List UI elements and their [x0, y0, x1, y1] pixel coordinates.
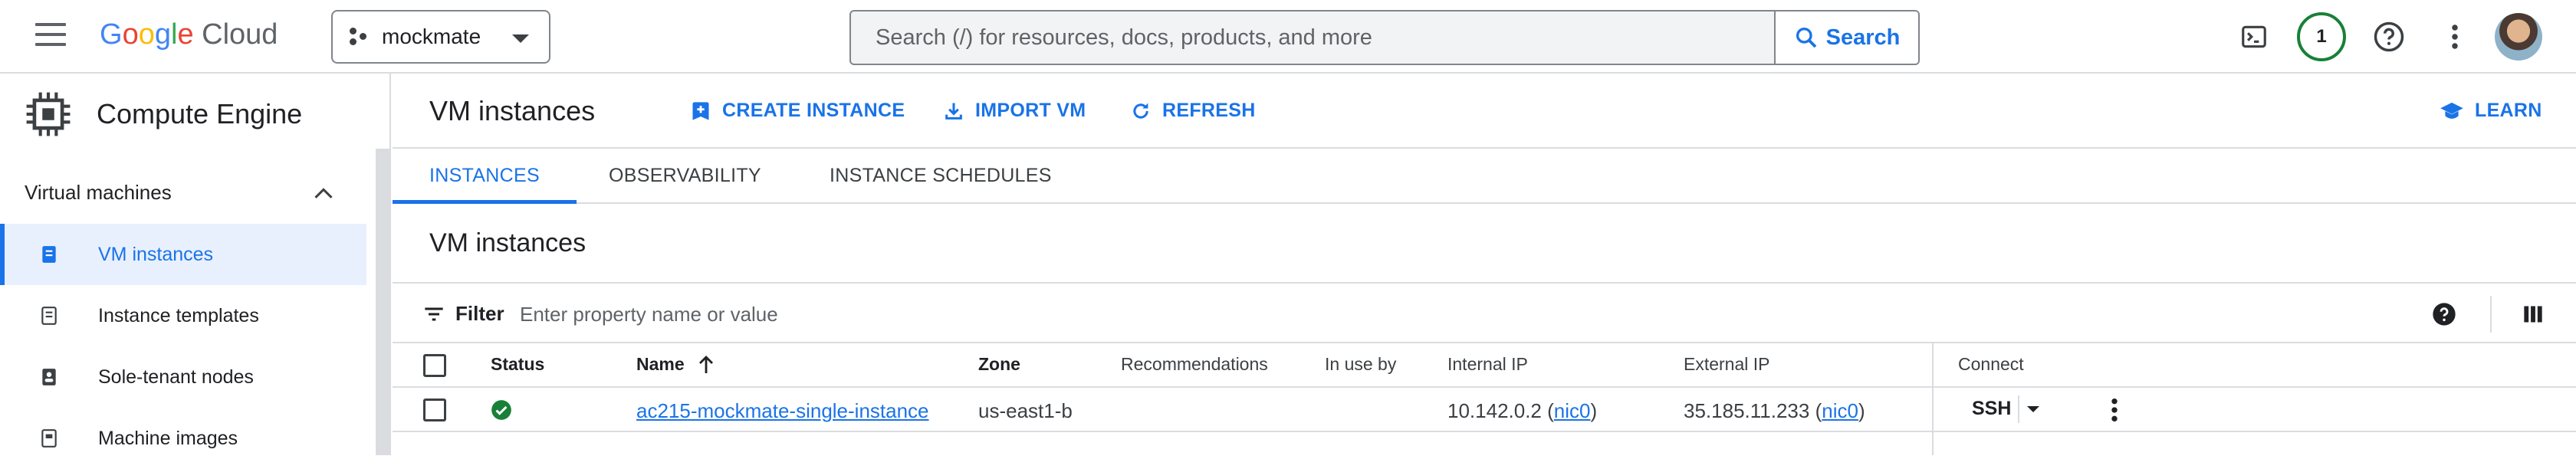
chevron-down-icon	[512, 34, 529, 43]
google-cloud-logo[interactable]: Google Cloud	[100, 18, 278, 51]
learn-button[interactable]: LEARN	[2440, 100, 2542, 122]
column-status[interactable]: Status	[491, 354, 544, 375]
search-bar[interactable]: Search (/) for resources, docs, products…	[849, 10, 1920, 65]
sidebar-item-label: Machine images	[98, 427, 238, 449]
column-connect[interactable]: Connect	[1958, 354, 2024, 375]
search-input[interactable]: Search (/) for resources, docs, products…	[876, 25, 1372, 51]
sidebar-item-instance-templates[interactable]: Instance templates	[0, 285, 366, 346]
sidebar-item-machine-images[interactable]: Machine images	[0, 408, 366, 469]
row-actions-icon[interactable]	[2110, 397, 2119, 423]
product-header: Compute Engine	[25, 90, 302, 138]
internal-ip: 10.142.0.2	[1447, 399, 1542, 422]
project-picker[interactable]: mockmate	[331, 10, 550, 64]
add-box-icon	[692, 101, 709, 120]
column-recommendations[interactable]: Recommendations	[1121, 354, 1268, 375]
select-all-checkbox[interactable]	[423, 354, 446, 377]
filter-bar: Filter Enter property name or value	[393, 282, 2576, 343]
table-row: ac215-mockmate-single-instance us-east1-…	[393, 388, 2576, 432]
cloud-shell-icon[interactable]	[2236, 18, 2272, 55]
column-name[interactable]: Name	[636, 354, 715, 375]
tab-instance-schedules[interactable]: INSTANCE SCHEDULES	[830, 149, 1052, 202]
refresh-icon	[1133, 103, 1148, 119]
import-vm-label: IMPORT VM	[975, 100, 1086, 121]
tab-instances[interactable]: INSTANCES	[393, 149, 577, 204]
more-options-icon[interactable]	[2436, 18, 2473, 55]
sidebar-item-vm-instances[interactable]: VM instances	[0, 224, 366, 285]
column-in-use-by[interactable]: In use by	[1325, 354, 1396, 375]
node-icon	[38, 366, 60, 388]
create-instance-button[interactable]: CREATE INSTANCE	[690, 100, 905, 122]
project-name: mockmate	[382, 25, 481, 48]
status-running-icon	[491, 400, 511, 420]
internal-nic-link[interactable]: nic0	[1554, 399, 1591, 422]
external-nic-link[interactable]: nic0	[1822, 399, 1858, 422]
internal-ip-cell: 10.142.0.2 (nic0)	[1447, 399, 1598, 422]
search-button[interactable]: Search	[1774, 11, 1918, 64]
chip-icon	[26, 92, 71, 136]
nav-group-label[interactable]: Virtual machines	[25, 181, 172, 205]
learn-label: LEARN	[2475, 100, 2542, 121]
top-bar: Google Cloud mockmate Search (/) for res…	[0, 0, 2576, 74]
create-instance-label: CREATE INSTANCE	[722, 100, 905, 121]
column-internal-ip[interactable]: Internal IP	[1447, 354, 1528, 375]
filter-button[interactable]: Filter	[423, 302, 504, 326]
main-menu-icon[interactable]	[35, 23, 66, 51]
sort-ascending-icon	[698, 355, 713, 373]
filter-input[interactable]: Enter property name or value	[520, 303, 778, 326]
search-button-label: Search	[1825, 25, 1901, 50]
instance-zone: us-east1-b	[978, 399, 1073, 422]
page-title: VM instances	[429, 95, 596, 126]
project-icon	[350, 28, 368, 46]
help-icon[interactable]	[2371, 18, 2407, 55]
column-name-label: Name	[636, 354, 685, 374]
tab-observability[interactable]: OBSERVABILITY	[609, 149, 761, 202]
column-zone[interactable]: Zone	[978, 354, 1020, 375]
import-vm-button[interactable]: IMPORT VM	[943, 100, 1086, 122]
notifications-badge[interactable]: 1	[2297, 12, 2346, 61]
external-ip: 35.185.11.233	[1684, 399, 1810, 422]
search-icon	[1796, 28, 1816, 48]
refresh-label: REFRESH	[1162, 100, 1256, 121]
main-content: VM instances CREATE INSTANCE IMPORT VM R…	[393, 74, 2576, 455]
tab-bar: INSTANCES OBSERVABILITY INSTANCE SCHEDUL…	[393, 149, 2576, 204]
ssh-divider	[2018, 395, 2019, 423]
vm-icon	[38, 244, 60, 265]
chevron-up-icon[interactable]	[313, 185, 334, 201]
ssh-dropdown-icon[interactable]	[2027, 406, 2039, 412]
filter-label: Filter	[455, 302, 504, 325]
image-icon	[38, 428, 60, 449]
external-ip-cell: 35.185.11.233 (nic0)	[1684, 399, 1865, 422]
sidebar-scrollbar[interactable]	[376, 149, 389, 455]
refresh-button[interactable]: REFRESH	[1130, 100, 1256, 122]
sidebar-item-sole-tenant-nodes[interactable]: Sole-tenant nodes	[0, 346, 366, 408]
instance-name-link[interactable]: ac215-mockmate-single-instance	[636, 399, 929, 423]
filter-icon	[425, 307, 443, 321]
sidebar: Compute Engine Virtual machines VM insta…	[0, 74, 391, 455]
sidebar-item-label: Instance templates	[98, 304, 259, 326]
import-icon	[945, 103, 962, 120]
row-checkbox[interactable]	[423, 398, 446, 421]
column-external-ip[interactable]: External IP	[1684, 354, 1770, 375]
product-title: Compute Engine	[97, 98, 303, 130]
template-icon	[38, 305, 60, 326]
section-title: VM instances	[429, 228, 586, 257]
help-circle-icon[interactable]	[2432, 302, 2456, 326]
ssh-button[interactable]: SSH	[1972, 398, 2011, 420]
sidebar-item-label: VM instances	[98, 243, 214, 265]
avatar[interactable]	[2495, 13, 2542, 61]
table-header: Status Name Zone Recommendations In use …	[393, 343, 2576, 388]
sidebar-item-label: Sole-tenant nodes	[98, 366, 254, 388]
toolbar-divider	[2490, 296, 2492, 333]
column-display-icon[interactable]	[2522, 303, 2544, 325]
page-toolbar: VM instances CREATE INSTANCE IMPORT VM R…	[393, 74, 2576, 149]
school-icon	[2440, 102, 2463, 119]
